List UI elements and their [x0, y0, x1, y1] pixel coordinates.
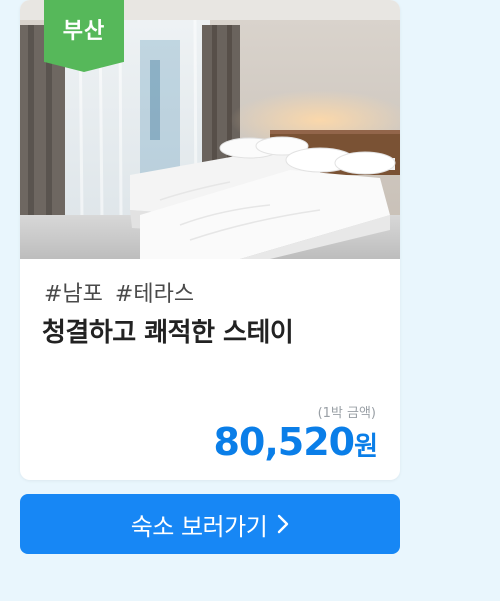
- hashtag: #테라스: [114, 282, 195, 307]
- card-title: 청결하고 쾌적한 스테이: [42, 318, 294, 348]
- price-unit: 원: [354, 432, 378, 462]
- hotel-room-photo: 부산: [20, 0, 400, 259]
- view-accommodation-button[interactable]: 숙소 보러가기: [20, 494, 400, 554]
- price-amount: 80,520: [213, 420, 355, 464]
- hashtag-list: #남포 #테라스: [44, 276, 194, 308]
- cta-label: 숙소 보러가기: [130, 512, 268, 541]
- price: 80,520원: [213, 420, 378, 464]
- chevron-right-icon: [277, 514, 289, 534]
- price-note: (1박 금액): [317, 406, 376, 421]
- region-badge: 부산: [44, 0, 124, 72]
- hashtag: #남포: [44, 282, 103, 307]
- hotel-card[interactable]: 부산 #남포 #테라스 청결하고 쾌적한 스테이 (1박 금액) 80,520원: [20, 0, 400, 480]
